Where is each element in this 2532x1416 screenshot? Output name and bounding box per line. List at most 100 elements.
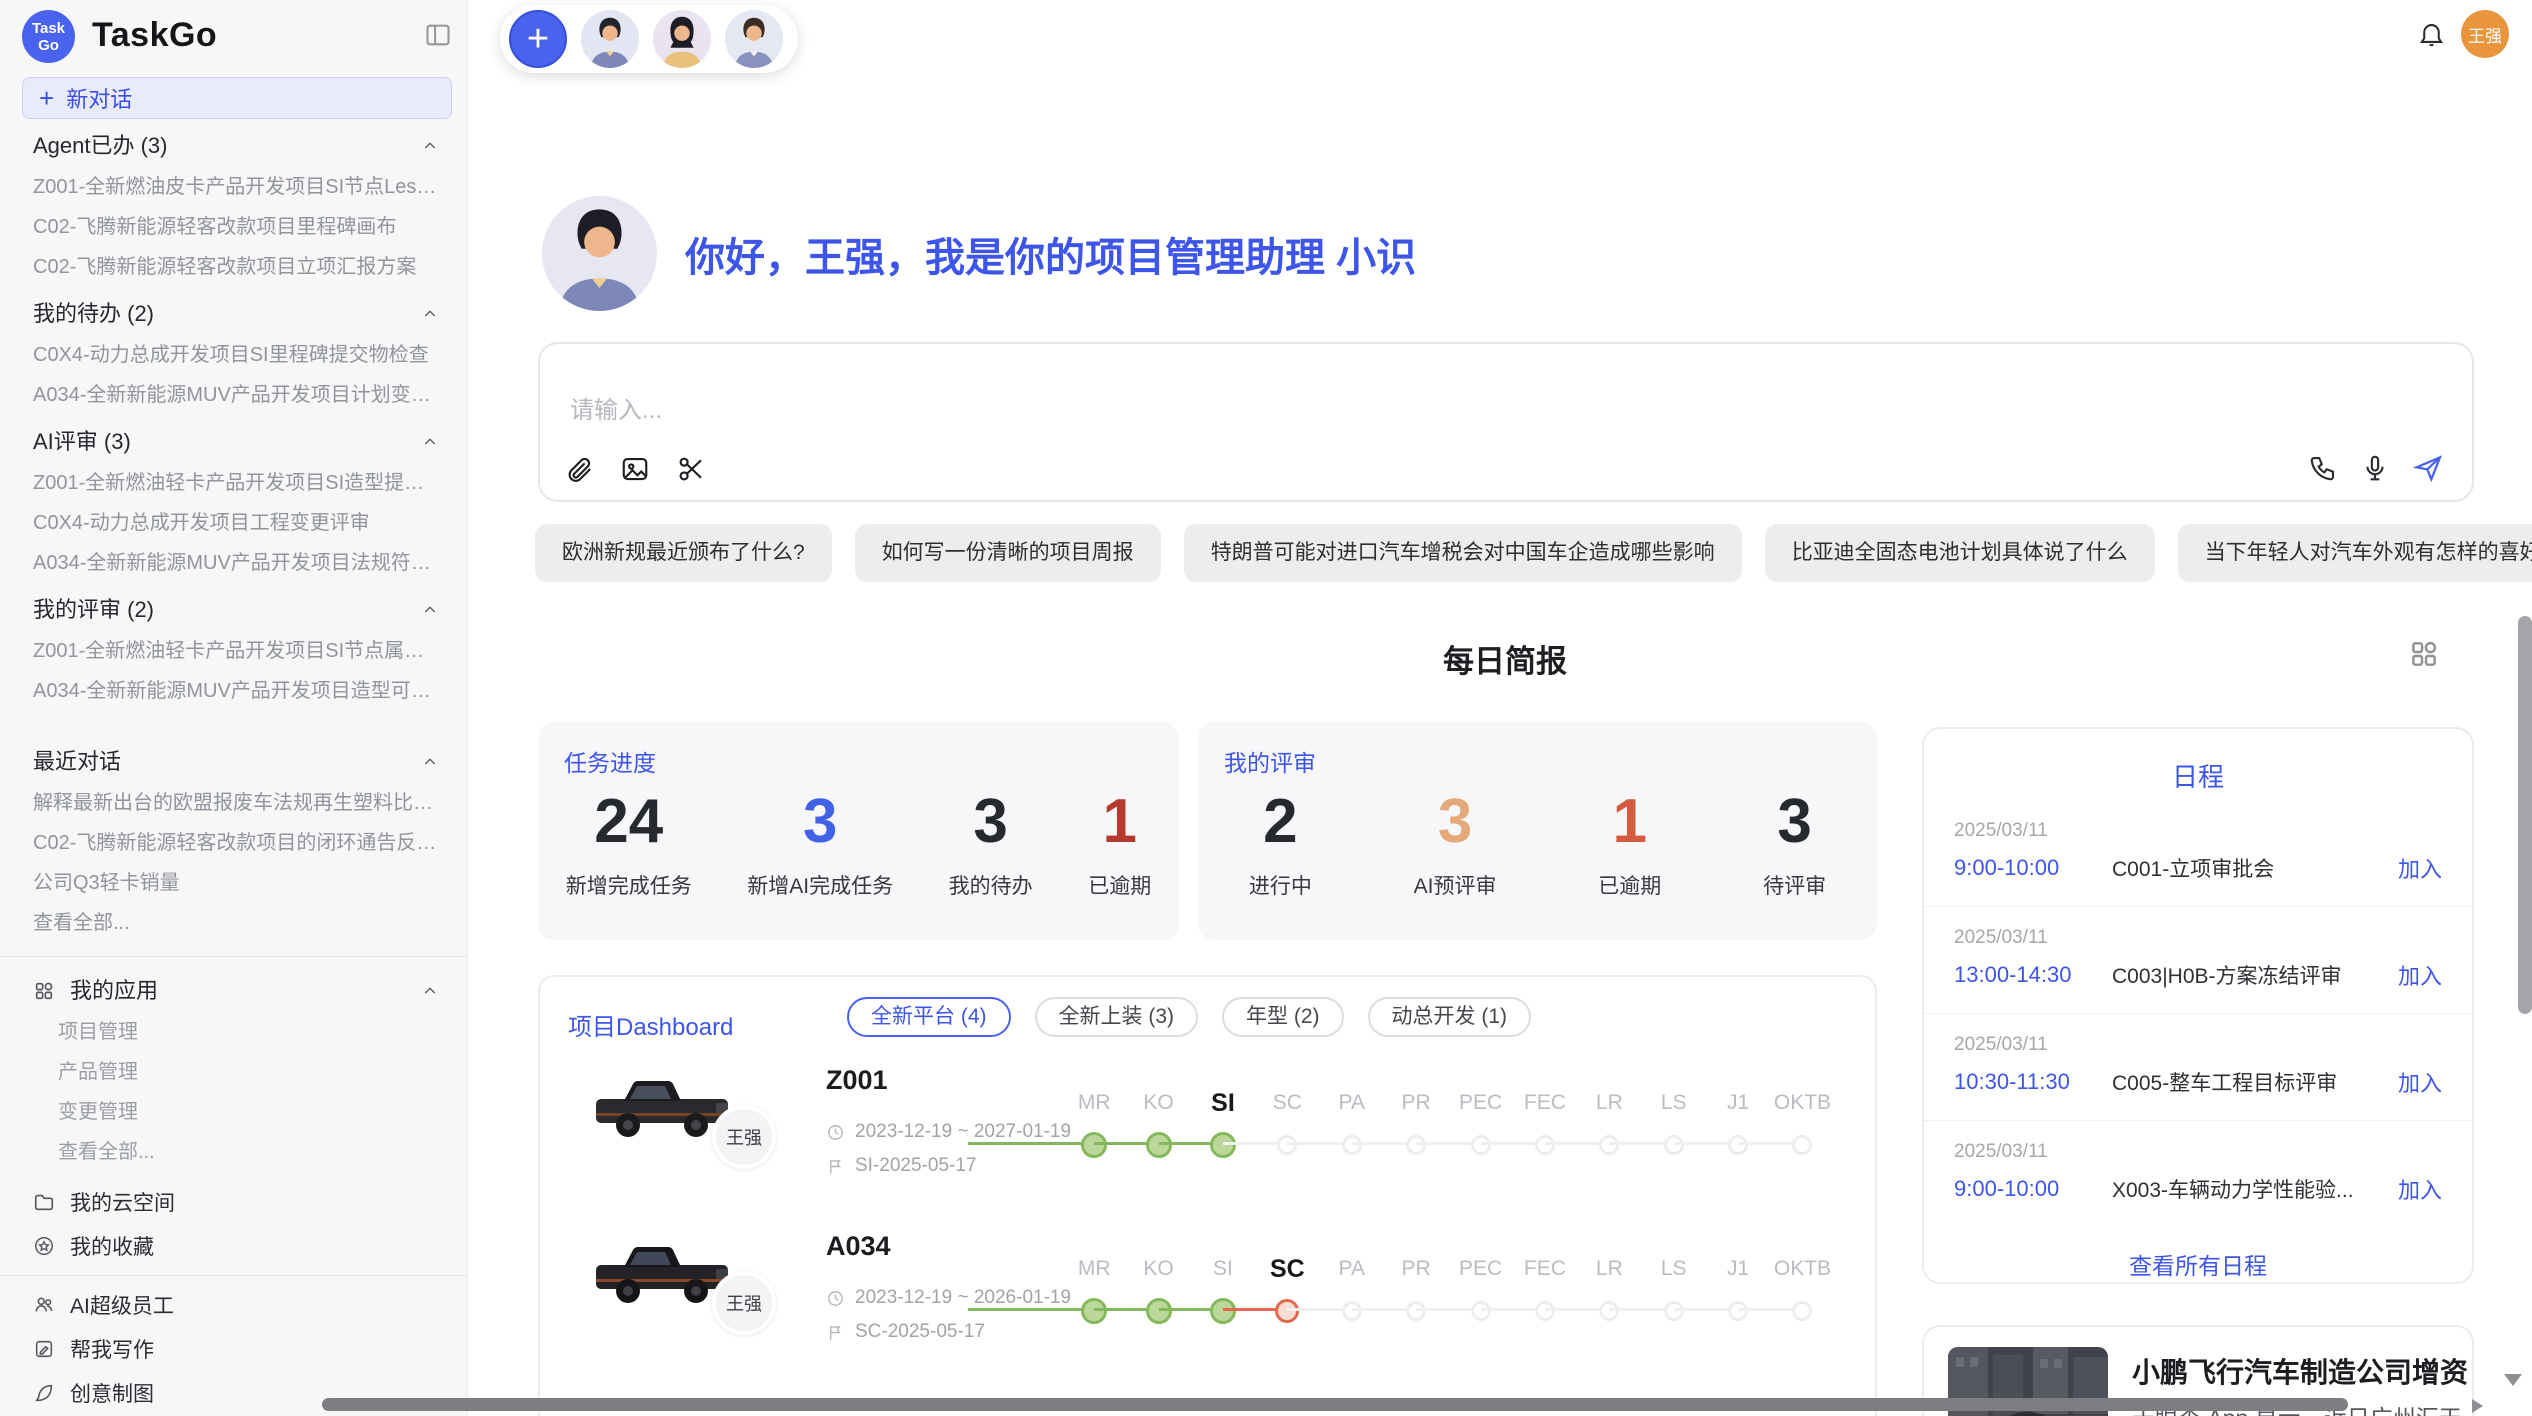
event-date: 2025/03/11 <box>1954 927 2442 949</box>
project-name: Z001 <box>826 1065 888 1096</box>
event-time: 13:00-14:30 <box>1954 962 2112 988</box>
sidebar-item-cloud-space[interactable]: 我的云空间 <box>0 1180 467 1224</box>
list-item[interactable]: Z001-全新燃油轻卡产品开发项目SI节点属性5D文件评审 <box>0 631 467 671</box>
list-item[interactable]: A034-全新新能源MUV产品开发项目法规符合性评审 <box>0 543 467 583</box>
sidebar: Task Go TaskGo + 新对话 Agent已办 (3) Z001-全新… <box>0 0 468 1416</box>
scroll-right-arrow-icon[interactable] <box>2472 1399 2483 1413</box>
section-recent-chats[interactable]: 最近对话 <box>0 741 467 783</box>
horizontal-scrollbar[interactable] <box>322 1398 2348 1411</box>
chat-composer[interactable]: 请输入... <box>538 342 2474 502</box>
sidebar-item-product-mgmt[interactable]: 产品管理 <box>0 1052 467 1092</box>
dashboard-tabs: 全新平台 (4) 全新上装 (3) 年型 (2) 动总开发 (1) <box>847 997 1531 1037</box>
milestone-oktb: OKTB <box>1770 1071 1834 1158</box>
project-dashboard-card: 项目Dashboard 全新平台 (4) 全新上装 (3) 年型 (2) 动总开… <box>538 975 1877 1416</box>
suggestion-chip[interactable]: 比亚迪全固态电池计划具体说了什么 <box>1765 524 2155 582</box>
tab-powertrain[interactable]: 动总开发 (1) <box>1368 997 1532 1037</box>
tab-model-year[interactable]: 年型 (2) <box>1222 997 1344 1037</box>
chevron-up-icon <box>421 602 439 618</box>
card-title: 任务进度 <box>564 744 656 778</box>
divider <box>0 1275 467 1276</box>
join-link[interactable]: 加入 <box>2398 1066 2442 1098</box>
list-item[interactable]: C02-飞腾新能源轻客改款项目的闭环通告反馈情况 <box>0 823 467 863</box>
join-link[interactable]: 加入 <box>2398 959 2442 991</box>
people-icon <box>33 1294 55 1316</box>
sidebar-item-view-all[interactable]: 查看全部... <box>0 1132 467 1172</box>
vertical-scrollbar[interactable] <box>2518 616 2532 1014</box>
owner-badge: 王强 <box>712 1271 776 1335</box>
project-row[interactable]: 王强 A034 2023-12-19 ~ 2026-01-19 SC-2025-… <box>540 1215 1875 1385</box>
join-link[interactable]: 加入 <box>2398 852 2442 884</box>
add-agent-button[interactable]: + <box>509 10 567 68</box>
composer-placeholder: 请输入... <box>570 390 662 425</box>
project-name: A034 <box>826 1231 891 1262</box>
user-avatar[interactable]: 王强 <box>2461 10 2509 58</box>
list-item[interactable]: Z001-全新燃油轻卡产品开发项目SI造型提交物评审 <box>0 463 467 503</box>
tab-new-platform[interactable]: 全新平台 (4) <box>847 997 1011 1037</box>
news-title: 小鹏飞行汽车制造公司增资 <box>2132 1351 2468 1391</box>
agent-avatar[interactable] <box>653 10 711 68</box>
section-my-todo[interactable]: 我的待办 (2) <box>0 293 467 335</box>
scroll-down-arrow-icon[interactable] <box>2504 1374 2522 1386</box>
star-circle-icon <box>33 1235 55 1257</box>
list-item[interactable]: C0X4-动力总成开发项目工程变更评审 <box>0 503 467 543</box>
new-chat-button[interactable]: + 新对话 <box>22 77 452 119</box>
notification-bell-icon[interactable] <box>2417 19 2446 48</box>
schedule-item: 2025/03/11 9:00-10:00 X003-车辆动力学性能验... 加… <box>1924 1120 2472 1227</box>
list-item[interactable]: A034-全新新能源MUV产品开发项目计划变更表编写 <box>0 375 467 415</box>
image-upload-icon[interactable] <box>620 454 650 484</box>
list-item[interactable]: C02-飞腾新能源轻客改款项目立项汇报方案 <box>0 247 467 287</box>
agent-avatar[interactable] <box>581 10 639 68</box>
layout-grid-icon[interactable] <box>2408 638 2440 670</box>
flag-icon <box>826 1157 845 1176</box>
sidebar-item-help-write[interactable]: 帮我写作 <box>0 1327 467 1371</box>
phone-call-icon[interactable] <box>2308 453 2338 483</box>
attachment-icon[interactable] <box>564 454 594 484</box>
send-icon[interactable] <box>2412 452 2444 484</box>
list-item[interactable]: 查看全部... <box>0 903 467 943</box>
sidebar-item-project-mgmt[interactable]: 项目管理 <box>0 1012 467 1052</box>
plus-icon: + <box>39 87 54 109</box>
list-item[interactable]: C0X4-动力总成开发项目SI里程碑提交物检查 <box>0 335 467 375</box>
list-item[interactable]: Z001-全新燃油皮卡产品开发项目SI节点Lesson Learn报告 <box>0 167 467 207</box>
suggestion-chip[interactable]: 欧洲新规最近颁布了什么? <box>535 524 832 582</box>
milestone-oktb: OKTB <box>1770 1237 1834 1324</box>
event-time: 9:00-10:00 <box>1954 855 2112 881</box>
tab-new-body[interactable]: 全新上装 (3) <box>1035 997 1199 1037</box>
list-item[interactable]: 解释最新出台的欧盟报废车法规再生塑料比例被调至15%... <box>0 783 467 823</box>
view-all-schedule-link[interactable]: 查看所有日程 <box>1924 1247 2472 1281</box>
divider <box>0 956 467 957</box>
suggestion-chip[interactable]: 当下年轻人对汽车外观有怎样的喜好趋势 <box>2178 524 2532 582</box>
sidebar-collapse-icon[interactable] <box>423 21 453 49</box>
schedule-card: 日程 2025/03/11 9:00-10:00 C001-立项审批会 加入 2… <box>1922 727 2474 1284</box>
sidebar-item-favorites[interactable]: 我的收藏 <box>0 1224 467 1268</box>
suggestion-chip[interactable]: 如何写一份清晰的项目周报 <box>855 524 1161 582</box>
agent-avatar[interactable] <box>725 10 783 68</box>
dashboard-title: 项目Dashboard <box>568 1007 733 1042</box>
stat-ai-pre-review: 3AI预评审 <box>1414 780 1497 900</box>
sidebar-item-change-mgmt[interactable]: 变更管理 <box>0 1092 467 1132</box>
section-agent-done[interactable]: Agent已办 (3) <box>0 125 467 167</box>
list-item[interactable]: 公司Q3轻卡销量 <box>0 863 467 903</box>
sidebar-header: Task Go TaskGo <box>0 0 467 73</box>
list-item[interactable]: A034-全新新能源MUV产品开发项目造型可行性评审 <box>0 671 467 711</box>
section-my-review[interactable]: 我的评审 (2) <box>0 589 467 631</box>
project-row[interactable]: 王强 Z001 2023-12-19 ~ 2027-01-19 SI-2025-… <box>540 1049 1875 1219</box>
chevron-up-icon <box>421 983 439 999</box>
event-date: 2025/03/11 <box>1954 1141 2442 1163</box>
milestone-track: MR KO SI SC PA PR PEC FEC LR LS J1 OKTB <box>968 1237 1868 1347</box>
scissors-icon[interactable] <box>676 454 706 484</box>
event-date: 2025/03/11 <box>1954 820 2442 842</box>
sidebar-item-ai-super-staff[interactable]: AI超级员工 <box>0 1283 467 1327</box>
greeting-text: 你好，王强，我是你的项目管理助理 小识 <box>685 225 1416 283</box>
chevron-up-icon <box>421 754 439 770</box>
section-ai-review[interactable]: AI评审 (3) <box>0 421 467 463</box>
project-flag-date: SI-2025-05-17 <box>826 1155 976 1177</box>
milestone-track: MR KO SI SC PA PR PEC FEC LR LS J1 OKTB <box>968 1071 1868 1181</box>
join-link[interactable]: 加入 <box>2398 1173 2442 1205</box>
list-item[interactable]: C02-飞腾新能源轻客改款项目里程碑画布 <box>0 207 467 247</box>
section-my-apps[interactable]: 我的应用 <box>0 970 467 1012</box>
suggestion-chip[interactable]: 特朗普可能对进口汽车增税会对中国车企造成哪些影响 <box>1184 524 1742 582</box>
microphone-icon[interactable] <box>2360 453 2390 483</box>
quill-icon <box>33 1382 55 1404</box>
apps-grid-icon <box>33 980 55 1002</box>
